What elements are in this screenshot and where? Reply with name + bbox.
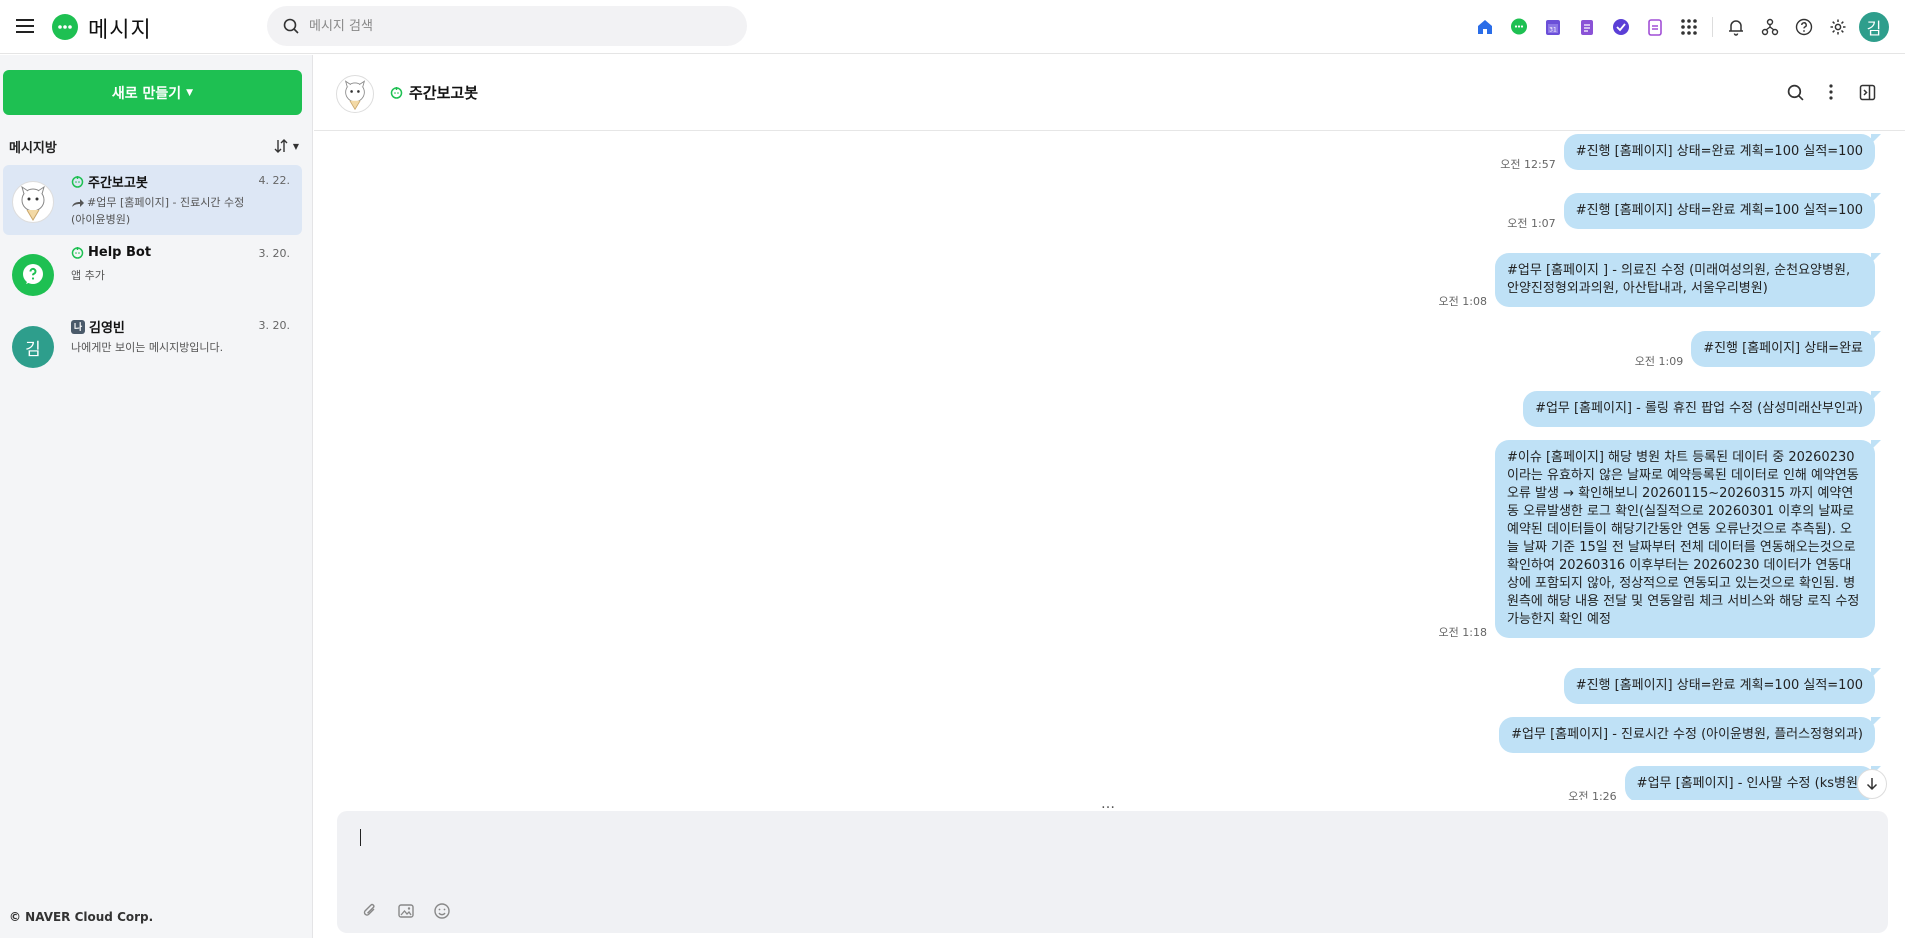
message-input[interactable] <box>357 825 1857 885</box>
message-bubble[interactable]: #업무 [홈페이지] - 롤링 휴진 팝업 수정 (삼성미래산부인과) <box>1523 391 1881 427</box>
more-options-icon[interactable] <box>1813 80 1849 104</box>
forward-icon <box>71 198 85 208</box>
message-time: 오전 1:09 <box>1634 355 1684 368</box>
message-row: 오전 1:09 #진행 [홈페이지] 상태=완료 <box>1634 331 1881 368</box>
sort-icon <box>274 139 288 153</box>
app-title: 메시지 <box>88 18 152 43</box>
menu-icon[interactable] <box>14 15 36 37</box>
room-preview: 나에게만 보이는 메시지방입니다. <box>71 341 224 354</box>
text-cursor <box>360 829 361 846</box>
organization-icon[interactable] <box>1753 13 1787 41</box>
me-badge: 나 <box>71 319 85 334</box>
message-row: 오전 12:57 #진행 [홈페이지] 상태=완료 계획=100 실적=100 <box>1500 134 1882 171</box>
user-avatar[interactable]: 김 <box>1859 12 1889 42</box>
copyright: © NAVER Cloud Corp. <box>9 910 154 924</box>
emoji-icon[interactable] <box>433 899 469 923</box>
notes-app-icon[interactable] <box>1570 13 1604 41</box>
sidebar: 새로 만들기 ▼ 메시지방 ▼ 주간보고봇 4. 22. #업무 [홈페이지] … <box>0 55 313 938</box>
divider <box>1712 17 1713 37</box>
message-time: 오전 1:07 <box>1507 217 1556 230</box>
message-row: #업무 [홈페이지] - 진료시간 수정 (아이윤병원, 플러스정형외과) <box>1491 717 1881 753</box>
room-preview: #업무 [홈페이지] - 진료시간 수정 (아이윤병원) <box>71 194 251 228</box>
help-bot-avatar <box>12 254 54 296</box>
message-composer <box>337 811 1888 933</box>
room-name: 김영빈 <box>89 321 125 336</box>
message-row: #진행 [홈페이지] 상태=완료 계획=100 실적=100 <box>1556 668 1882 704</box>
chat-search-icon[interactable] <box>1777 80 1813 104</box>
message-bubble[interactable]: #진행 [홈페이지] 상태=완료 계획=100 실적=100 <box>1563 134 1882 170</box>
message-bubble[interactable]: #업무 [홈페이지] - 진료시간 수정 (아이윤병원, 플러스정형외과) <box>1499 717 1881 753</box>
message-logo-icon <box>52 14 78 40</box>
message-bubble[interactable]: #업무 [홈페이지] - 인사말 수정 (ks병원) <box>1624 766 1882 800</box>
message-row: 오전 1:08 #업무 [홈페이지 ] - 의료진 수정 (미래여성의원, 순천… <box>1438 253 1881 308</box>
new-message-label: 새로 만들기 <box>111 85 182 102</box>
message-row: 오전 1:07 #진행 [홈페이지] 상태=완료 계획=100 실적=100 <box>1507 193 1882 230</box>
sort-button[interactable]: ▼ <box>273 138 299 154</box>
message-app-icon[interactable] <box>1502 13 1536 41</box>
room-preview-text: #업무 [홈페이지] - 진료시간 수정 (아이윤병원) <box>71 196 245 226</box>
room-item[interactable]: 김 나 김영빈 3. 20. 나에게만 보이는 메시지방입니다. <box>3 310 302 380</box>
room-name: 주간보고봇 <box>88 176 148 191</box>
avatar: 김 <box>12 326 54 368</box>
bot-status-icon <box>390 86 403 99</box>
chat-title: 주간보고봇 <box>409 84 479 102</box>
message-bubble[interactable]: #이슈 [홈페이지] 해당 병원 차트 등록된 데이터 중 20260230 이… <box>1495 440 1881 638</box>
room-name: Help Bot <box>88 245 152 260</box>
message-bubble[interactable]: #진행 [홈페이지] 상태=완료 <box>1691 331 1881 367</box>
search-input[interactable] <box>309 18 709 34</box>
bell-icon[interactable] <box>1719 13 1753 41</box>
bot-avatar <box>12 181 54 223</box>
bot-status-icon <box>71 246 84 259</box>
svg-text:31: 31 <box>1549 27 1557 34</box>
top-bar: 메시지 31 <box>0 0 1905 54</box>
approval-app-icon[interactable] <box>1638 13 1672 41</box>
gear-icon[interactable] <box>1821 13 1855 41</box>
message-row: 오전 1:18 #이슈 [홈페이지] 해당 병원 차트 등록된 데이터 중 20… <box>1438 440 1881 639</box>
arrow-down-icon <box>1866 778 1878 791</box>
message-bubble[interactable]: #진행 [홈페이지] 상태=완료 계획=100 실적=100 <box>1563 193 1882 229</box>
rooms-title: 메시지방 <box>9 140 57 156</box>
room-item[interactable]: Help Bot 3. 20. 앱 추가 <box>3 238 302 308</box>
attach-file-icon[interactable] <box>361 899 397 923</box>
app-grid-icon[interactable] <box>1672 13 1706 41</box>
chat-header: 주간보고봇 <box>314 55 1905 131</box>
panel-toggle-icon[interactable] <box>1849 80 1885 104</box>
search-bar[interactable] <box>267 6 747 46</box>
room-date: 3. 20. <box>258 319 291 332</box>
room-item[interactable]: 주간보고봇 4. 22. #업무 [홈페이지] - 진료시간 수정 (아이윤병원… <box>3 165 302 235</box>
message-row: 오전 1:26 #업무 [홈페이지] - 인사말 수정 (ks병원) <box>1568 766 1882 800</box>
chat-avatar[interactable] <box>336 75 374 113</box>
message-bubble[interactable]: #업무 [홈페이지 ] - 의료진 수정 (미래여성의원, 순천요양병원, 안양… <box>1495 253 1881 307</box>
new-message-button[interactable]: 새로 만들기 ▼ <box>3 70 302 115</box>
message-time: 오전 1:18 <box>1438 626 1487 639</box>
calendar-app-icon[interactable]: 31 <box>1536 13 1570 41</box>
caret-down-icon: ▼ <box>186 87 194 98</box>
scroll-to-bottom-button[interactable] <box>1857 769 1887 799</box>
help-icon[interactable] <box>1787 13 1821 41</box>
message-time: 오전 1:26 <box>1568 790 1617 800</box>
room-date: 3. 20. <box>258 247 291 260</box>
attach-image-icon[interactable] <box>397 899 433 923</box>
room-preview: 앱 추가 <box>71 269 105 282</box>
message-list[interactable]: 오전 12:57 #진행 [홈페이지] 상태=완료 계획=100 실적=100 … <box>314 132 1905 800</box>
message-bubble[interactable]: #진행 [홈페이지] 상태=완료 계획=100 실적=100 <box>1563 668 1882 704</box>
app-logo[interactable]: 메시지 <box>50 12 152 44</box>
search-icon <box>283 18 299 34</box>
message-time: 오전 12:57 <box>1500 158 1556 171</box>
message-time: 오전 1:08 <box>1438 295 1487 308</box>
bot-status-icon <box>71 175 84 188</box>
resize-handle[interactable]: … <box>1101 796 1116 812</box>
caret-down-icon: ▼ <box>292 141 299 151</box>
message-row: #업무 [홈페이지] - 롤링 휴진 팝업 수정 (삼성미래산부인과) <box>1515 391 1881 427</box>
room-date: 4. 22. <box>258 174 291 187</box>
task-app-icon[interactable] <box>1604 13 1638 41</box>
home-icon[interactable] <box>1468 13 1502 41</box>
